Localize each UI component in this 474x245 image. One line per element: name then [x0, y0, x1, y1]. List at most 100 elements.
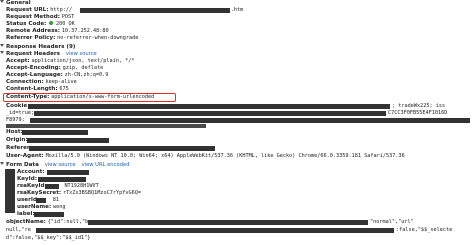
- accept-language-row: Accept-Language: zh-CN,zh;q=0.9: [0, 72, 474, 79]
- host-label: Host:: [6, 129, 23, 135]
- remote-address-value: 10.37.252.48:80: [61, 28, 109, 34]
- remote-address-row: Remote Address: 10.37.252.48:80: [0, 28, 474, 35]
- cookie-tail-row: ; tradeWx225; iss: [392, 103, 474, 110]
- form-field-row: rsaKeySecret: rTxZs3BSBQ1MzoC7rYpYvG6Q=: [17, 190, 317, 197]
- collapse-triangle-icon: [0, 0, 4, 3]
- redaction-bar: [88, 220, 368, 225]
- object-name-value: {"id":null,"b: [47, 219, 89, 225]
- request-headers-heading: Request Headers: [6, 51, 60, 57]
- cookie-label: Cookie:: [6, 103, 30, 109]
- accept-row: Accept: application/json, text/plain, */…: [0, 58, 474, 65]
- form-field-value: 81: [52, 197, 59, 203]
- request-url-prefix: http://: [50, 7, 73, 13]
- content-length-row: Content-Length: 675: [0, 86, 474, 93]
- accept-language-value: zh-CN,zh;q=0.9: [64, 72, 109, 78]
- form-field-label: label:: [17, 211, 35, 217]
- user-agent-label: User-Agent:: [6, 153, 44, 159]
- form-field-label: rsaKeySecret:: [17, 190, 62, 196]
- redaction-bar: [36, 228, 394, 233]
- request-method-value: POST: [61, 14, 75, 20]
- status-code-row: Status Code: 200 OK: [0, 21, 474, 28]
- status-code-value: 200 OK: [55, 21, 75, 27]
- object-name-line3-row: d":false,"$$_key":"$$_id1"}: [0, 235, 474, 242]
- content-length-label: Content-Length:: [6, 86, 58, 92]
- redaction-bar: [45, 184, 59, 189]
- referrer-policy-value: no-referrer-when-downgrade: [57, 35, 139, 41]
- accept-encoding-label: Accept-Encoding:: [6, 65, 61, 71]
- object-name-value: "normal","url": [370, 219, 414, 225]
- redaction-bar: [27, 138, 109, 143]
- accept-value: application/json, text/plain, */*: [31, 58, 135, 64]
- request-url-suffix: .htm: [230, 7, 244, 13]
- collapse-triangle-icon: [0, 44, 4, 47]
- view-source-link[interactable]: view source: [45, 162, 76, 168]
- form-field-row: userName: weng: [17, 204, 317, 211]
- content-length-value: 675: [59, 86, 69, 92]
- connection-label: Connection:: [6, 79, 44, 85]
- object-name-value: null,"re: [6, 227, 31, 233]
- referer-label: Referer:: [6, 145, 32, 151]
- remote-address-label: Remote Address:: [6, 28, 60, 34]
- form-data-heading: Form Data: [6, 162, 39, 168]
- collapse-triangle-icon: [0, 51, 4, 54]
- general-heading: General: [6, 0, 31, 6]
- form-field-value: NT1928H1WVT: [64, 183, 99, 189]
- form-field-value: rTxZs3BSBQ1MzoC7rYpYvG6Q=: [62, 190, 142, 196]
- redaction-bar: [34, 111, 386, 116]
- cookie-line2-tail-row: C7CC3F0FB55E4F1016D: [388, 110, 474, 117]
- object-name-value: d":false,"$$_key":"$$_id1"}: [6, 235, 91, 241]
- form-field-label: KeyId:: [17, 176, 37, 182]
- user-agent-value: Mozilla/5.0 (Windows NT 10.0; Win64; x64…: [45, 153, 405, 159]
- redaction-bar: [30, 118, 470, 123]
- redaction-bar: [47, 170, 89, 175]
- general-section-header[interactable]: General: [0, 0, 474, 7]
- redaction-bar: [28, 104, 390, 109]
- accept-encoding-value: gzip, deflate: [62, 65, 104, 71]
- request-headers-section-header[interactable]: Request Headers view source: [0, 51, 474, 58]
- form-field-label: rsaKeyId:: [17, 183, 47, 189]
- response-headers-heading: Response Headers (9): [6, 44, 76, 50]
- redaction-bar: [5, 169, 15, 213]
- object-name-label: objectName:: [6, 219, 46, 225]
- cookie-line2-tail: C7CC3F0FB55E4F1016D: [388, 110, 448, 116]
- form-field-label: Account:: [17, 169, 45, 175]
- form-field-value: weng: [52, 204, 66, 210]
- redaction-bar: [6, 124, 206, 128]
- redaction-bar: [22, 130, 88, 135]
- cookie-line3-prefix: F8979;: [6, 117, 25, 123]
- accept-encoding-row: Accept-Encoding: gzip, deflate: [0, 65, 474, 72]
- cookie-tail-value: ; tradeWx225; iss: [392, 103, 446, 109]
- request-method-row: Request Method: POST: [0, 14, 474, 21]
- object-name-line2-tail-row: :false,"$$_selecte: [396, 227, 474, 234]
- content-type-highlight-box: [3, 93, 176, 102]
- form-field-row: userId: 81: [17, 197, 317, 204]
- origin-label: Origin:: [6, 137, 28, 143]
- request-method-label: Request Method:: [6, 14, 60, 20]
- redaction-bar: [36, 198, 46, 203]
- redaction-bar: [80, 8, 230, 13]
- object-name-value: :false,"$$_selecte: [396, 227, 453, 233]
- response-headers-section-header[interactable]: Response Headers (9): [0, 44, 474, 51]
- cookie-line2-prefix: _id=true;: [6, 110, 35, 116]
- status-ok-dot-icon: [49, 21, 54, 25]
- view-source-link[interactable]: view source: [66, 51, 97, 57]
- referrer-policy-row: Referrer Policy: no-referrer-when-downgr…: [0, 35, 474, 42]
- accept-language-label: Accept-Language:: [6, 72, 63, 78]
- status-code-label: Status Code:: [6, 21, 47, 27]
- redaction-bar: [34, 212, 64, 217]
- view-url-encoded-link[interactable]: view URL encoded: [82, 162, 130, 168]
- form-field-row: rsaKeyId: NT1928H1WVT: [17, 183, 317, 190]
- user-agent-row: User-Agent: Mozilla/5.0 (Windows NT 10.0…: [0, 153, 474, 160]
- request-url-row: Request URL: http:// .htm: [0, 7, 474, 14]
- object-name-tail-row: "normal","url": [370, 219, 474, 226]
- connection-value: keep-alive: [45, 79, 77, 85]
- form-field-label: userName:: [17, 204, 52, 210]
- form-data-section-header[interactable]: Form Data view source view URL encoded: [0, 162, 474, 169]
- referrer-policy-label: Referrer Policy:: [6, 35, 56, 41]
- collapse-triangle-icon: [0, 162, 4, 165]
- devtools-headers-panel: General Request URL: http:// .htm Reques…: [0, 0, 474, 245]
- connection-row: Connection: keep-alive: [0, 79, 474, 86]
- accept-label: Accept:: [6, 58, 30, 64]
- redaction-bar: [38, 177, 86, 182]
- request-url-label: Request URL:: [6, 7, 49, 13]
